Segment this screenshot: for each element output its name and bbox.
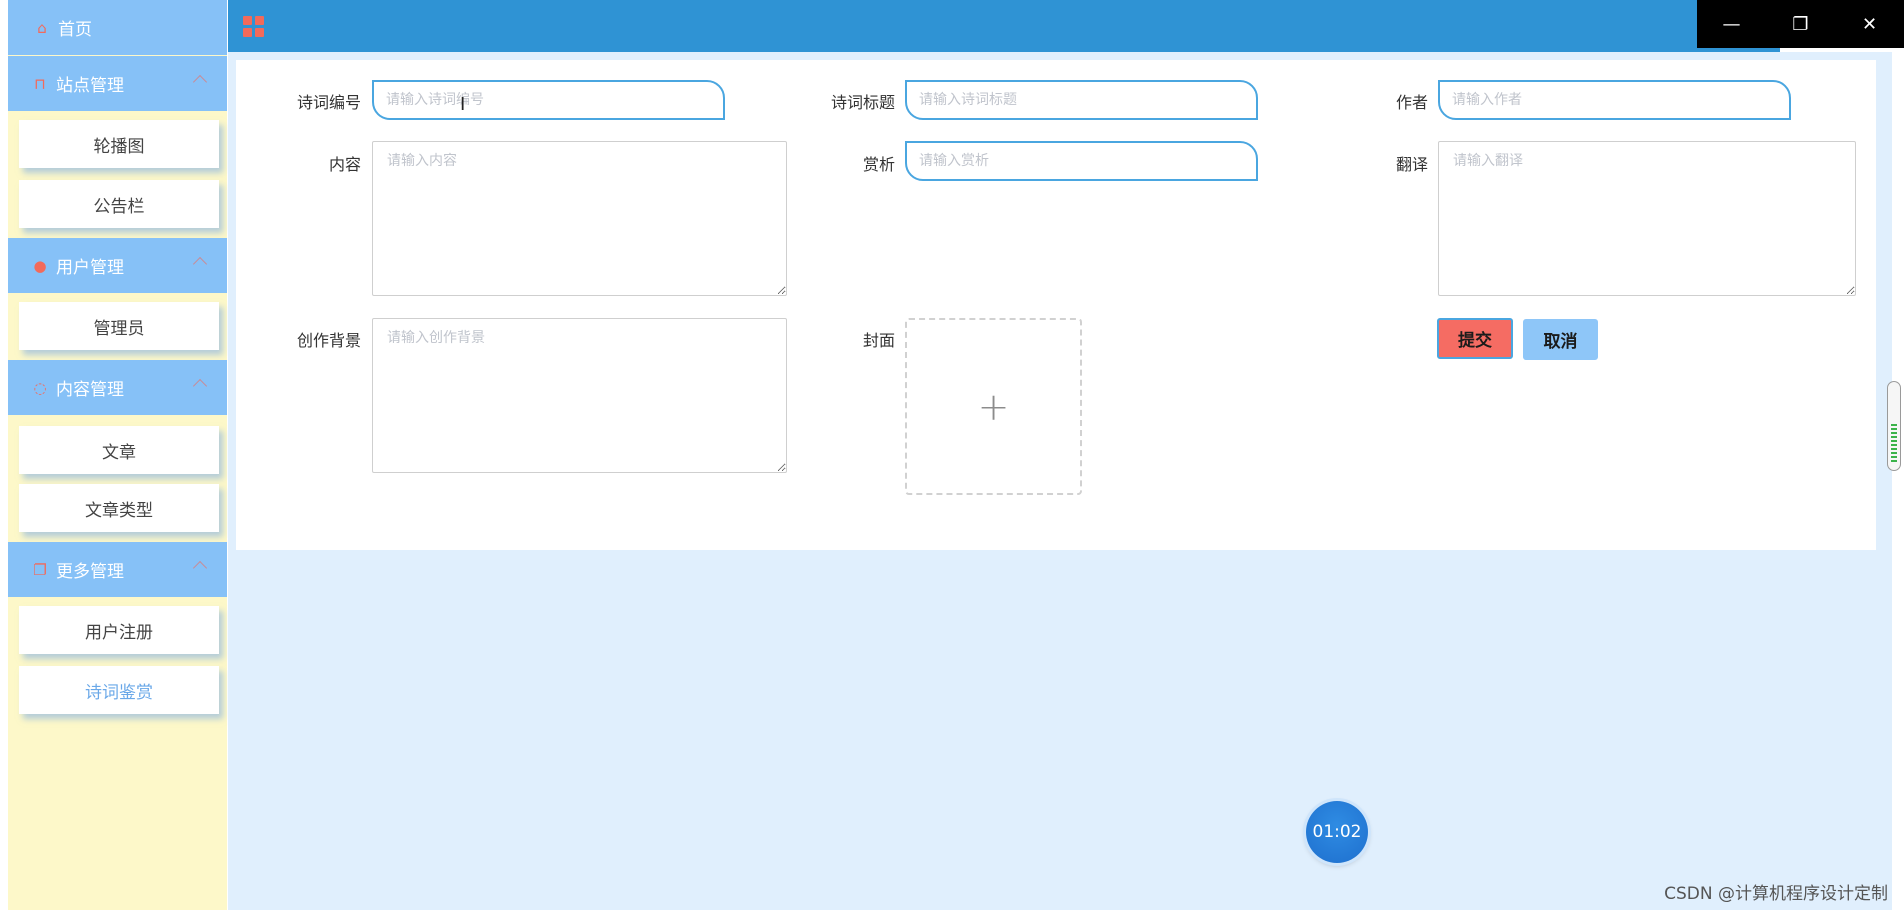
chevron-up-icon (192, 560, 208, 576)
sidebar-group-label: 站点管理 (56, 76, 124, 96)
sidebar-home-label: 首页 (58, 20, 92, 40)
poem-no-label: 诗词编号 (296, 93, 361, 112)
apps-grid-icon[interactable] (243, 16, 264, 37)
restore-button[interactable]: ❐ (1766, 0, 1835, 48)
watermark: CSDN @计算机程序设计定制 (1664, 884, 1888, 904)
author-input[interactable] (1438, 80, 1791, 120)
appreciation-input[interactable] (905, 141, 1258, 181)
home-icon: ⌂ (37, 18, 47, 37)
chat-icon: ◌ (33, 378, 47, 397)
minimize-button[interactable]: — (1697, 0, 1766, 48)
appreciation-label: 赏析 (862, 155, 895, 174)
top-header (228, 0, 1780, 52)
close-button[interactable]: ✕ (1835, 0, 1904, 48)
submit-button[interactable]: 提交 (1437, 318, 1513, 359)
plus-icon: + (977, 384, 1010, 429)
sidebar-group-content[interactable]: ◌ 内容管理 (8, 360, 227, 415)
content-label: 内容 (328, 155, 361, 174)
sidebar-item-home[interactable]: ⌂ 首页 (8, 0, 227, 55)
text-cursor-icon: I (460, 94, 466, 115)
sidebar-group-user[interactable]: ● 用户管理 (8, 238, 227, 293)
sidebar-group-label: 内容管理 (56, 380, 124, 400)
scroll-indicator[interactable] (1887, 381, 1901, 471)
sidebar-item-article-type[interactable]: 文章类型 (19, 484, 219, 532)
cover-upload[interactable]: + (905, 318, 1082, 495)
content-textarea[interactable] (372, 141, 787, 296)
chevron-up-icon (192, 378, 208, 394)
poem-no-input[interactable] (372, 80, 725, 120)
sidebar-item-user-register[interactable]: 用户注册 (19, 606, 219, 654)
cover-label: 封面 (862, 331, 895, 350)
copy-icon: ❐ (33, 560, 47, 579)
bookmark-icon: ⊓ (34, 74, 46, 93)
translation-label: 翻译 (1395, 155, 1428, 174)
recording-timer: 01:02 (1306, 801, 1368, 863)
sidebar-group-label: 用户管理 (56, 258, 124, 278)
chevron-up-icon (192, 256, 208, 272)
translation-textarea[interactable] (1438, 141, 1856, 296)
sidebar-group-label: 更多管理 (56, 562, 124, 582)
author-label: 作者 (1395, 93, 1428, 112)
sidebar-group-site[interactable]: ⊓ 站点管理 (8, 56, 227, 111)
cancel-button[interactable]: 取消 (1523, 319, 1598, 360)
sidebar-group-more[interactable]: ❐ 更多管理 (8, 542, 227, 597)
poem-title-input[interactable] (905, 80, 1258, 120)
sidebar-item-article[interactable]: 文章 (19, 426, 219, 474)
sidebar-item-notice[interactable]: 公告栏 (19, 180, 219, 228)
sidebar-item-admin[interactable]: 管理员 (19, 302, 219, 350)
window-controls: — ❐ ✕ (1697, 0, 1904, 48)
sidebar: ⌂ 首页 ⊓ 站点管理 轮播图 公告栏 ● 用户管理 管理员 ◌ 内容管理 文章… (8, 0, 227, 910)
poem-title-label: 诗词标题 (830, 93, 895, 112)
background-label: 创作背景 (296, 331, 361, 350)
sidebar-item-carousel[interactable]: 轮播图 (19, 120, 219, 168)
sidebar-item-poem-appreciation[interactable]: 诗词鉴赏 (19, 666, 219, 714)
user-icon: ● (33, 256, 47, 275)
background-textarea[interactable] (372, 318, 787, 473)
chevron-up-icon (192, 74, 208, 90)
